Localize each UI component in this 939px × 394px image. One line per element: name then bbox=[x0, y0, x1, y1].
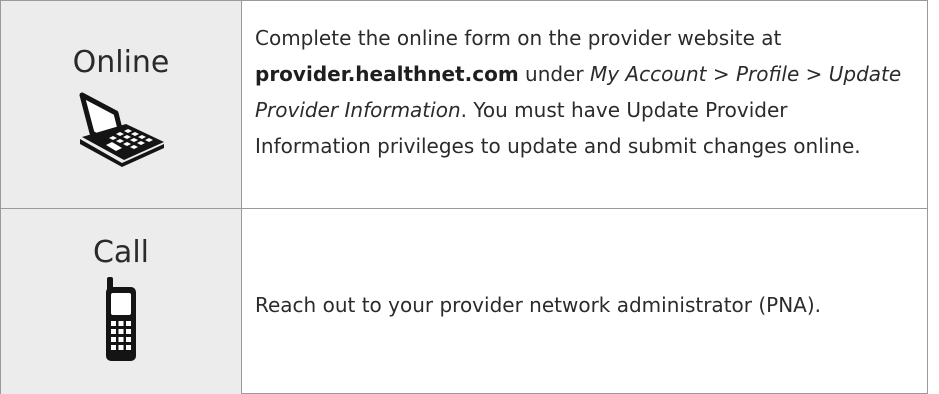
table-row-online: Online Complete the online form on the p… bbox=[0, 0, 928, 209]
method-cell-call: Call bbox=[0, 208, 242, 394]
mobile-phone-icon bbox=[106, 277, 136, 361]
call-instructions: Reach out to your provider network admin… bbox=[255, 293, 822, 317]
method-label-online: Online bbox=[72, 45, 170, 80]
online-instructions-text-under: under bbox=[518, 62, 590, 86]
online-instructions: Complete the online form on the provider… bbox=[242, 1, 927, 164]
provider-website-url: provider.healthnet.com bbox=[255, 62, 519, 86]
online-instructions-text: Complete the online form on the provider… bbox=[255, 26, 782, 50]
contact-methods-document: Online Complete the online form on the p… bbox=[0, 0, 939, 394]
laptop-icon bbox=[79, 92, 164, 167]
contact-methods-table: Online Complete the online form on the p… bbox=[0, 0, 928, 394]
description-cell-call: Reach out to your provider network admin… bbox=[241, 208, 928, 394]
method-label-call: Call bbox=[92, 235, 149, 270]
method-cell-online: Online bbox=[0, 0, 242, 209]
description-cell-online: Complete the online form on the provider… bbox=[241, 0, 928, 209]
table-row-call: Call Reach out to your provider network … bbox=[0, 208, 928, 394]
